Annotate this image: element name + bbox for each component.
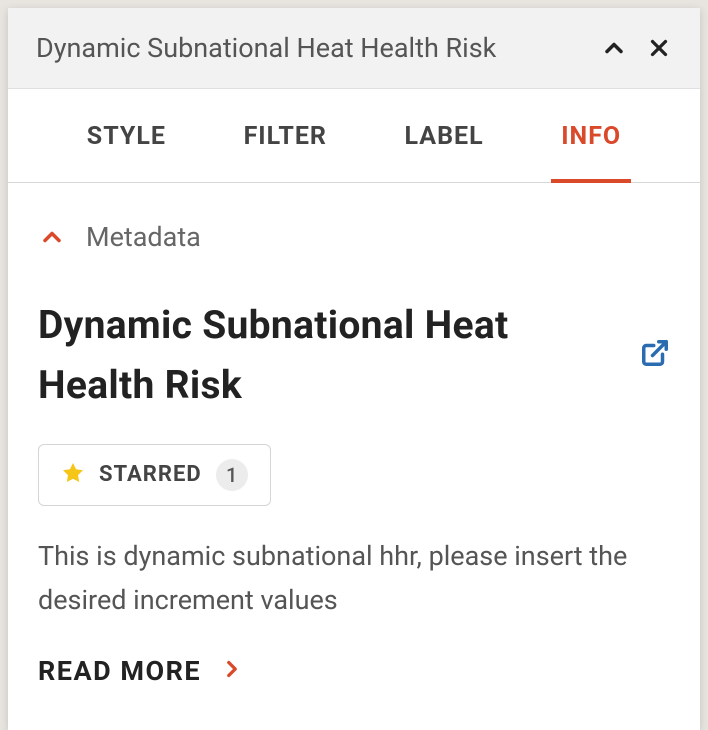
header-actions bbox=[600, 34, 672, 62]
tab-filter[interactable]: FILTER bbox=[234, 90, 337, 183]
external-link-icon bbox=[640, 338, 670, 368]
read-more-label: READ MORE bbox=[38, 655, 201, 687]
tab-info[interactable]: INFO bbox=[551, 90, 631, 183]
external-link-button[interactable] bbox=[640, 338, 670, 372]
section-label: Metadata bbox=[86, 221, 201, 253]
panel-content: Metadata Dynamic Subnational Heat Health… bbox=[8, 183, 700, 730]
title-row: Dynamic Subnational Heat Health Risk bbox=[38, 295, 670, 416]
panel-header: Dynamic Subnational Heat Health Risk bbox=[8, 8, 700, 89]
info-panel: Dynamic Subnational Heat Health Risk STY… bbox=[8, 8, 700, 730]
chevron-up-icon bbox=[600, 34, 628, 62]
starred-label: STARRED bbox=[99, 462, 202, 487]
tab-label[interactable]: LABEL bbox=[395, 90, 494, 183]
chevron-up-icon bbox=[38, 223, 66, 251]
panel-title: Dynamic Subnational Heat Health Risk bbox=[36, 32, 496, 64]
starred-box[interactable]: STARRED 1 bbox=[38, 444, 271, 506]
close-icon bbox=[646, 35, 672, 61]
close-button[interactable] bbox=[646, 35, 672, 61]
star-icon bbox=[61, 461, 85, 489]
metadata-description: This is dynamic subnational hhr, please … bbox=[38, 534, 670, 623]
read-more-button[interactable]: READ MORE bbox=[38, 655, 670, 687]
section-header[interactable]: Metadata bbox=[38, 221, 670, 253]
metadata-title: Dynamic Subnational Heat Health Risk bbox=[38, 295, 620, 416]
tab-style[interactable]: STYLE bbox=[77, 90, 176, 183]
collapse-button[interactable] bbox=[600, 34, 628, 62]
tab-bar: STYLE FILTER LABEL INFO bbox=[8, 89, 700, 183]
chevron-right-icon bbox=[219, 656, 245, 686]
starred-count: 1 bbox=[216, 459, 248, 491]
